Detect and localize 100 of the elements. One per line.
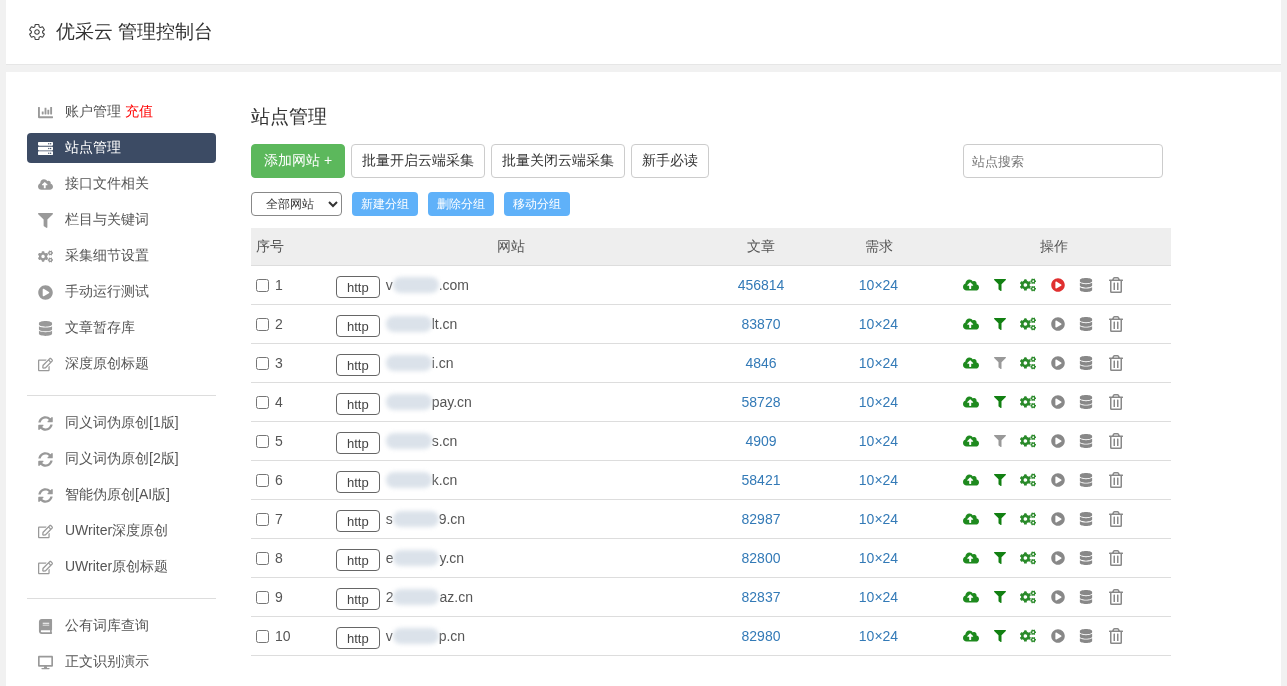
gears-icon[interactable] bbox=[1020, 355, 1037, 371]
sidebar-item[interactable]: 公有词库查询 bbox=[27, 611, 216, 641]
gears-icon[interactable] bbox=[1020, 316, 1037, 332]
sidebar-item[interactable]: 栏目与关键词 bbox=[27, 205, 216, 235]
trash-icon[interactable] bbox=[1107, 511, 1124, 527]
row-checkbox[interactable] bbox=[256, 551, 269, 565]
demand-value: 10×24 bbox=[857, 316, 900, 332]
sidebar-item[interactable]: 站点管理 bbox=[27, 133, 216, 163]
cloud-upload-icon[interactable] bbox=[963, 433, 980, 449]
database-icon[interactable] bbox=[1079, 551, 1094, 565]
filter-icon[interactable] bbox=[993, 435, 1006, 447]
row-checkbox[interactable] bbox=[256, 512, 269, 526]
sidebar-item[interactable]: 同义词伪原创[2版] bbox=[27, 444, 216, 474]
play-icon[interactable] bbox=[1050, 395, 1065, 409]
database-icon[interactable] bbox=[1079, 395, 1094, 409]
database-icon[interactable] bbox=[1079, 473, 1094, 487]
cloud-upload-icon[interactable] bbox=[963, 394, 980, 410]
trash-icon[interactable] bbox=[1107, 355, 1124, 371]
database-icon[interactable] bbox=[1079, 629, 1094, 643]
blurred-domain bbox=[392, 277, 439, 293]
domain-text: az.cn bbox=[439, 589, 473, 605]
play-icon[interactable] bbox=[1050, 356, 1065, 370]
cloud-upload-icon[interactable] bbox=[963, 589, 980, 605]
database-icon[interactable] bbox=[1079, 278, 1094, 292]
sidebar-item[interactable]: 账户管理 充值 bbox=[27, 97, 216, 127]
sidebar-item[interactable]: 智能伪原创[AI版] bbox=[27, 480, 216, 510]
play-icon[interactable] bbox=[1050, 551, 1065, 565]
play-icon[interactable] bbox=[1050, 434, 1065, 448]
toolbar-button[interactable]: 批量关闭云端采集 bbox=[491, 144, 626, 178]
play-icon[interactable] bbox=[1050, 629, 1065, 643]
play-icon[interactable] bbox=[1050, 590, 1065, 604]
filter-icon[interactable] bbox=[993, 591, 1006, 603]
trash-icon[interactable] bbox=[1107, 316, 1124, 332]
play-icon[interactable] bbox=[1050, 473, 1065, 487]
protocol-tag: http bbox=[336, 627, 380, 649]
play-icon[interactable] bbox=[1050, 317, 1065, 331]
filter-icon[interactable] bbox=[993, 474, 1006, 486]
trash-icon[interactable] bbox=[1107, 589, 1124, 605]
cloud-upload-icon[interactable] bbox=[963, 316, 980, 332]
gears-icon[interactable] bbox=[1020, 277, 1037, 293]
filter-icon[interactable] bbox=[993, 513, 1006, 525]
sidebar-item[interactable]: 深度原创标题 bbox=[27, 349, 216, 379]
protocol-tag: http bbox=[336, 588, 380, 610]
sidebar-item[interactable]: 同义词伪原创[1版] bbox=[27, 408, 216, 438]
trash-icon[interactable] bbox=[1107, 277, 1124, 293]
filter-icon[interactable] bbox=[993, 552, 1006, 564]
gears-icon[interactable] bbox=[1020, 511, 1037, 527]
protocol-tag: http bbox=[336, 315, 380, 337]
database-icon[interactable] bbox=[1079, 356, 1094, 370]
trash-icon[interactable] bbox=[1107, 472, 1124, 488]
search-field[interactable]: 站点搜索 bbox=[963, 144, 1163, 178]
filter-icon[interactable] bbox=[993, 630, 1006, 642]
database-icon[interactable] bbox=[1079, 590, 1094, 604]
gears-icon[interactable] bbox=[1020, 589, 1037, 605]
row-checkbox[interactable] bbox=[256, 278, 269, 292]
row-checkbox[interactable] bbox=[256, 317, 269, 331]
row-checkbox[interactable] bbox=[256, 434, 269, 448]
cloud-upload-icon[interactable] bbox=[963, 628, 980, 644]
group-select[interactable]: 全部网站 bbox=[251, 192, 342, 216]
filter-icon[interactable] bbox=[993, 357, 1006, 369]
sidebar-item[interactable]: 手动运行测试 bbox=[27, 277, 216, 307]
sidebar-item[interactable]: 文章暂存库 bbox=[27, 313, 216, 343]
sidebar-item[interactable]: UWriter原创标题 bbox=[27, 552, 216, 582]
filter-icon[interactable] bbox=[993, 396, 1006, 408]
toolbar-button[interactable]: 新手必读 bbox=[631, 144, 710, 178]
trash-icon[interactable] bbox=[1107, 394, 1124, 410]
toolbar-button[interactable]: 批量开启云端采集 bbox=[351, 144, 486, 178]
cloud-upload-icon[interactable] bbox=[963, 355, 980, 371]
row-checkbox[interactable] bbox=[256, 356, 269, 370]
sidebar-item[interactable]: 采集细节设置 bbox=[27, 241, 216, 271]
row-checkbox[interactable] bbox=[256, 473, 269, 487]
filter-icon[interactable] bbox=[993, 279, 1006, 291]
row-checkbox[interactable] bbox=[256, 395, 269, 409]
cloud-upload-icon[interactable] bbox=[963, 550, 980, 566]
gears-icon[interactable] bbox=[1020, 394, 1037, 410]
gears-icon[interactable] bbox=[1020, 628, 1037, 644]
cloud-upload-icon[interactable] bbox=[963, 472, 980, 488]
sidebar-item[interactable]: 正文识别演示 bbox=[27, 647, 216, 677]
protocol-tag: http bbox=[336, 471, 380, 493]
article-count: 58728 bbox=[740, 394, 782, 410]
database-icon[interactable] bbox=[1079, 434, 1094, 448]
cloud-upload-icon[interactable] bbox=[963, 277, 980, 293]
row-checkbox[interactable] bbox=[256, 629, 269, 643]
gears-icon[interactable] bbox=[1020, 472, 1037, 488]
bar-chart-icon bbox=[38, 104, 53, 120]
gears-icon[interactable] bbox=[1020, 433, 1037, 449]
row-checkbox[interactable] bbox=[256, 590, 269, 604]
trash-icon[interactable] bbox=[1107, 433, 1124, 449]
play-icon[interactable] bbox=[1050, 278, 1065, 292]
gears-icon[interactable] bbox=[1020, 550, 1037, 566]
cloud-upload-icon[interactable] bbox=[963, 511, 980, 527]
trash-icon[interactable] bbox=[1107, 550, 1124, 566]
trash-icon[interactable] bbox=[1107, 628, 1124, 644]
demand-value: 10×24 bbox=[857, 433, 900, 449]
sidebar-item[interactable]: UWriter深度原创 bbox=[27, 516, 216, 546]
database-icon[interactable] bbox=[1079, 317, 1094, 331]
filter-icon[interactable] bbox=[993, 318, 1006, 330]
sidebar-item[interactable]: 接口文件相关 bbox=[27, 169, 216, 199]
play-icon[interactable] bbox=[1050, 512, 1065, 526]
database-icon[interactable] bbox=[1079, 512, 1094, 526]
